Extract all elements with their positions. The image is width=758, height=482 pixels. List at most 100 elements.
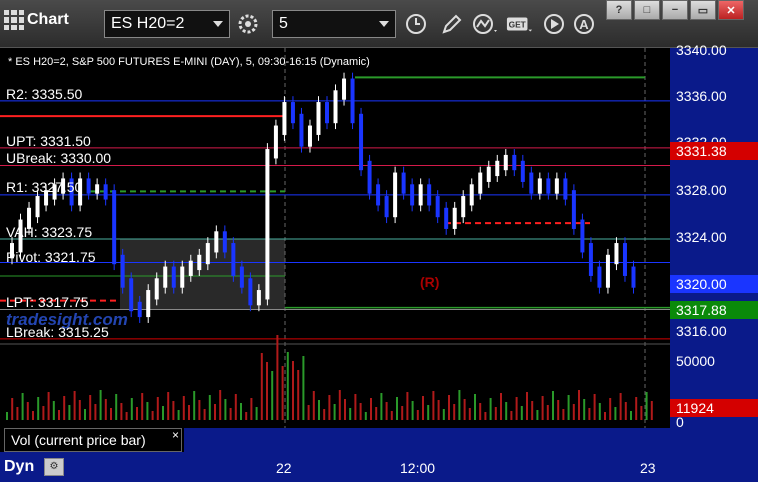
price-axis[interactable]: 3340.00 3336.00 3332.00 3328.00 3324.00 … <box>670 42 758 460</box>
volume-bar <box>208 395 211 420</box>
volume-bar <box>198 400 201 420</box>
volume-bar <box>437 400 440 420</box>
app-title: Chart <box>4 10 69 30</box>
volume-bar <box>37 397 40 420</box>
volume-bar <box>526 392 528 420</box>
maximize-button[interactable]: ▭ <box>690 0 716 20</box>
close-button[interactable]: ✕ <box>718 0 744 20</box>
volume-bar <box>411 401 414 420</box>
volume-bar <box>458 390 461 420</box>
volume-bar <box>110 408 112 420</box>
candle <box>137 301 142 318</box>
volume-bar <box>567 395 570 420</box>
settings-icon[interactable] <box>234 10 262 38</box>
indicator-icon[interactable] <box>472 10 500 38</box>
volume-bar <box>16 407 19 420</box>
volume-bar <box>390 411 393 420</box>
volume-bar <box>99 390 102 420</box>
volume-bar <box>494 407 497 420</box>
volume-bar <box>500 393 502 420</box>
candle <box>435 196 440 218</box>
candle <box>129 278 134 312</box>
candle <box>197 254 202 271</box>
restore-button[interactable]: □ <box>634 0 660 20</box>
volume-bar <box>583 399 586 420</box>
candle <box>188 260 193 276</box>
volume-bar <box>645 392 648 420</box>
level-pivot: Pivot: 3321.75 <box>6 249 96 265</box>
volume-bar <box>354 394 357 420</box>
chevron-down-icon[interactable] <box>213 21 223 27</box>
level-lpt: LPT: 3317.75 <box>6 294 89 310</box>
candle <box>563 178 568 200</box>
volume-bar <box>32 411 34 420</box>
volume-bar <box>130 398 133 420</box>
clock-icon[interactable] <box>402 10 430 38</box>
chart-area[interactable]: * ES H20=2, S&P 500 FUTURES E-MINI (DAY)… <box>0 42 758 482</box>
time-axis[interactable]: Dyn ⚙ 22 12:00 23 <box>0 452 758 482</box>
volume-bar <box>593 394 596 420</box>
level-vah: VAH: 3323.75 <box>6 224 93 240</box>
pencil-icon[interactable] <box>438 10 466 38</box>
volume-bar <box>416 410 419 420</box>
candle <box>486 166 491 182</box>
volume-bar <box>614 407 617 420</box>
volume-bar <box>422 396 424 420</box>
volume-bar <box>619 393 622 420</box>
volume-bar <box>188 405 190 420</box>
time-label: 23 <box>640 460 656 476</box>
price-tag-upper: 3331.38 <box>670 142 758 160</box>
a-icon[interactable]: A <box>570 10 598 38</box>
volume-bar <box>557 400 560 420</box>
candle <box>171 266 176 288</box>
candle <box>350 78 355 124</box>
volume-bar <box>229 408 232 420</box>
candle <box>427 184 432 206</box>
candle <box>461 196 466 218</box>
candle <box>205 243 210 265</box>
candle <box>112 190 117 265</box>
play-icon[interactable] <box>540 10 568 38</box>
minimize-button[interactable]: − <box>662 0 688 20</box>
candle <box>342 78 347 100</box>
volume-bar <box>312 391 315 420</box>
volume-bar <box>448 395 450 420</box>
volume-bar <box>604 412 606 420</box>
volume-bar <box>182 396 185 420</box>
volume-bar <box>42 406 45 420</box>
price-label: 3328.00 <box>676 182 727 198</box>
candle <box>282 102 287 135</box>
volume-bar <box>380 393 383 420</box>
volume-bar <box>318 400 320 420</box>
volume-bar <box>240 403 242 420</box>
volume-bar <box>302 356 305 420</box>
volume-bar <box>68 405 71 420</box>
r-marker: (R) <box>420 274 440 290</box>
candle <box>214 231 219 253</box>
volume-bar <box>375 407 378 420</box>
dyn-label[interactable]: Dyn <box>4 458 34 476</box>
candle <box>376 184 381 206</box>
close-icon[interactable]: × <box>172 428 179 442</box>
candle <box>333 90 338 124</box>
symbol-input[interactable]: ES H20=2 <box>104 10 230 38</box>
candle <box>248 278 253 306</box>
lock-icon[interactable]: ⚙ <box>44 458 64 476</box>
interval-input[interactable]: 5 <box>272 10 396 38</box>
volume-bar <box>552 391 554 420</box>
get-icon[interactable]: GET <box>506 10 534 38</box>
interval-value: 5 <box>279 15 288 32</box>
volume-panel-label[interactable]: Vol (current price bar) <box>4 428 182 452</box>
volume-bar <box>120 403 123 420</box>
help-button[interactable]: ? <box>606 0 632 20</box>
candle <box>554 178 559 194</box>
chevron-down-icon[interactable] <box>379 21 389 27</box>
price-chart[interactable] <box>0 48 670 452</box>
volume-bar <box>333 404 336 420</box>
volume-bar <box>624 402 627 420</box>
candle <box>265 149 270 300</box>
candle <box>239 266 244 288</box>
symbol-value: ES H20=2 <box>111 15 185 32</box>
volume-bar <box>266 362 268 420</box>
volume-bar <box>635 397 638 420</box>
